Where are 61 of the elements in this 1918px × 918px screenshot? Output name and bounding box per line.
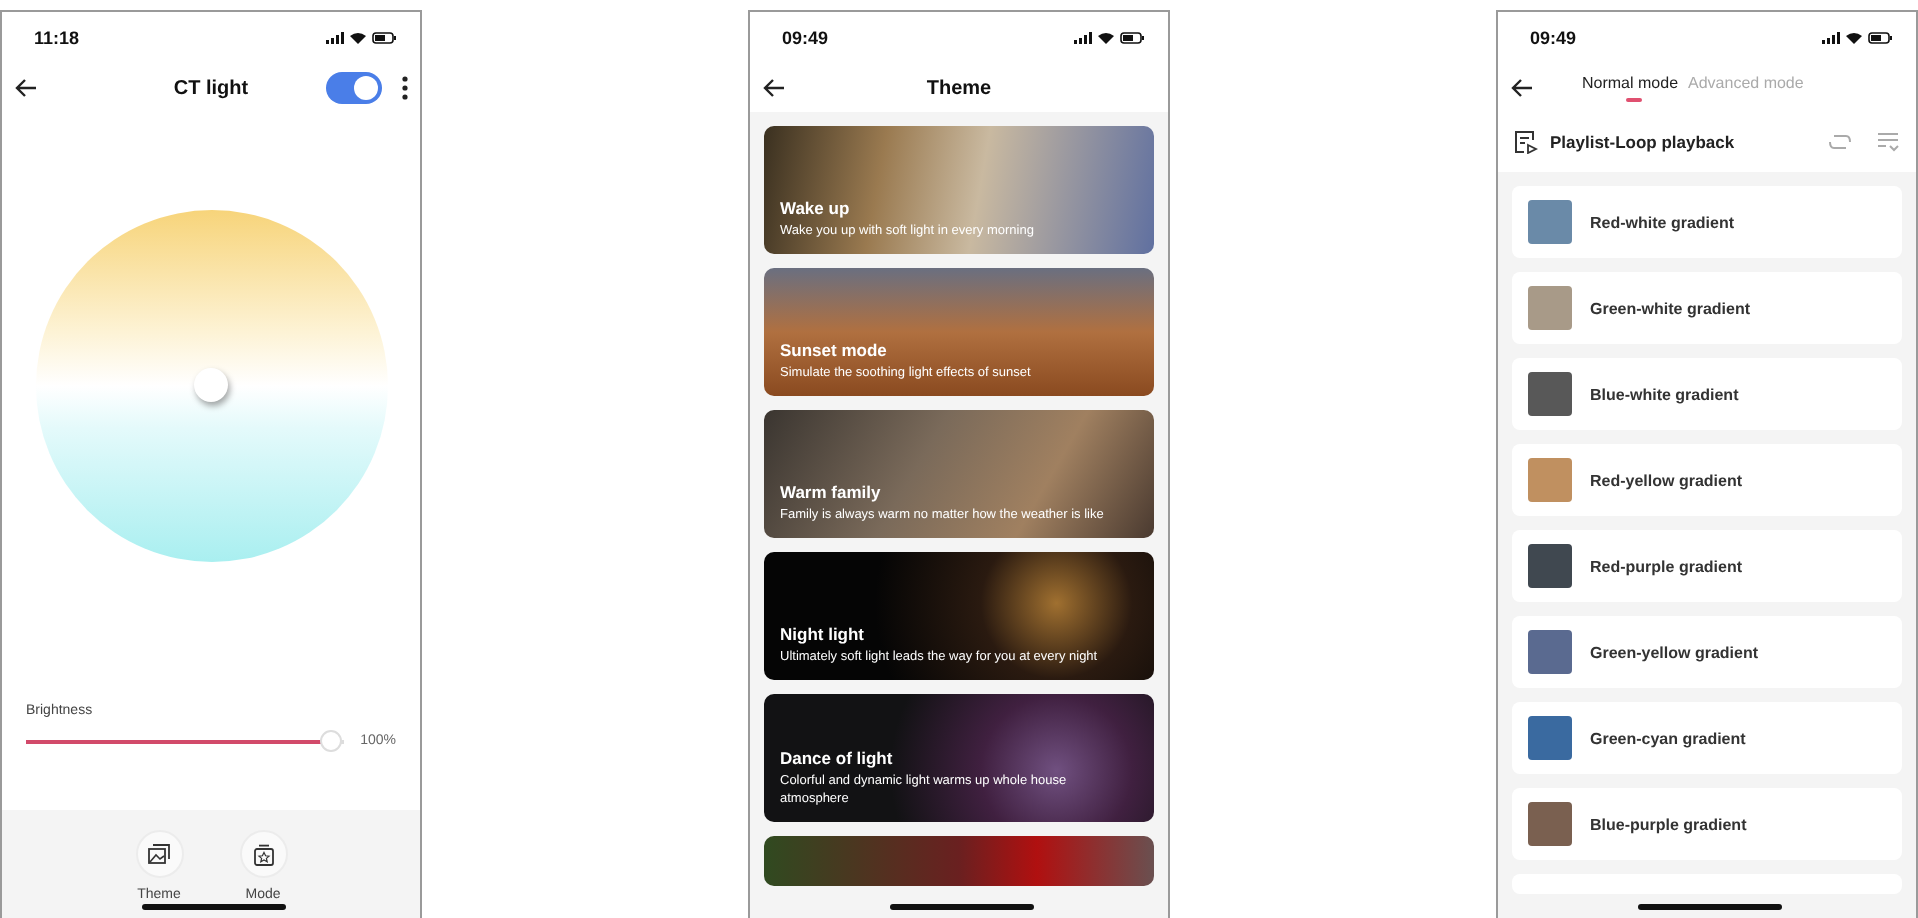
more-options-icon[interactable] — [402, 76, 408, 100]
wheel-handle[interactable] — [193, 368, 227, 402]
theme-card[interactable] — [764, 836, 1154, 886]
screen-title: CT light — [173, 77, 249, 99]
power-toggle[interactable] — [326, 72, 382, 104]
scene-name: Green-white gradient — [1590, 299, 1751, 317]
playlist-title: Playlist-Loop playback — [1550, 132, 1735, 152]
scene-name: Red-white gradient — [1590, 213, 1735, 231]
signal-icon — [1822, 32, 1840, 44]
theme-title: Sunset mode — [780, 340, 889, 361]
photo-placeholder — [1528, 286, 1572, 330]
home-indicator — [890, 904, 1034, 910]
home-indicator — [1638, 904, 1782, 910]
photo-placeholder — [1528, 544, 1572, 588]
star-box-icon — [253, 843, 273, 865]
screen-title: Theme — [926, 77, 992, 99]
battery-icon — [1868, 32, 1892, 44]
scene-name: Green-cyan gradient — [1590, 729, 1746, 747]
theme-title: Dance of light — [780, 748, 895, 769]
photo-placeholder — [1528, 630, 1572, 674]
theme-title: Warm family — [780, 482, 883, 503]
scene-item[interactable]: Green-yellow gradient — [1512, 616, 1902, 688]
photo-placeholder — [1528, 802, 1572, 846]
signal-icon — [326, 32, 344, 44]
photo-placeholder — [1528, 200, 1572, 244]
status-time: 09:49 — [782, 28, 829, 48]
mode-tab[interactable]: Normal mode — [1582, 74, 1679, 102]
scene-name: Blue-purple gradient — [1590, 815, 1747, 833]
scene-item[interactable]: Green-white gradient — [1512, 272, 1902, 344]
scene-item[interactable]: Red-purple gradient — [1512, 530, 1902, 602]
scene-item[interactable]: Blue-white gradient — [1512, 358, 1902, 430]
scene-item[interactable]: Red-white gradient — [1512, 186, 1902, 258]
loop-icon[interactable] — [1828, 132, 1852, 152]
scene-name: Red-yellow gradient — [1590, 471, 1743, 489]
scene-name: Green-yellow gradient — [1590, 643, 1759, 661]
theme-title: Night light — [780, 624, 867, 645]
photo-placeholder — [1528, 716, 1572, 760]
scene-item[interactable]: Green-cyan gradient — [1512, 702, 1902, 774]
wifi-icon — [1098, 32, 1114, 44]
theme-title: Wake up — [780, 198, 852, 219]
scene-name: Red-purple gradient — [1590, 557, 1743, 575]
battery-icon — [1120, 32, 1144, 44]
back-arrow-icon[interactable] — [14, 78, 38, 98]
status-time: 11:18 — [34, 28, 80, 48]
photo-placeholder — [1528, 372, 1572, 416]
list-icon[interactable] — [1876, 132, 1900, 152]
scene-name: Blue-white gradient — [1590, 385, 1739, 403]
signal-icon — [1074, 32, 1092, 44]
home-indicator — [142, 904, 286, 910]
slider-thumb[interactable] — [320, 730, 343, 752]
photo-placeholder — [1528, 458, 1572, 502]
wifi-icon — [350, 32, 366, 44]
back-arrow-icon[interactable] — [762, 78, 786, 98]
status-time: 09:49 — [1530, 28, 1577, 48]
back-arrow-icon[interactable] — [1510, 78, 1534, 98]
battery-icon — [372, 32, 396, 44]
playlist-icon — [1514, 130, 1538, 154]
scene-item[interactable]: Blue-purple gradient — [1512, 788, 1902, 860]
scene-item[interactable]: Red-yellow gradient — [1512, 444, 1902, 516]
picture-icon — [148, 844, 170, 864]
wifi-icon — [1846, 32, 1862, 44]
